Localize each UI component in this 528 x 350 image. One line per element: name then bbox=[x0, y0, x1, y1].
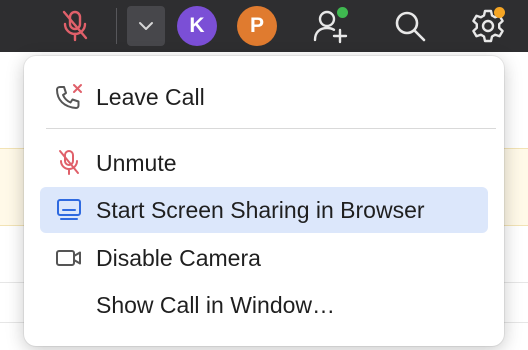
add-user-button[interactable] bbox=[306, 0, 354, 52]
menu-item-unmute[interactable]: Unmute bbox=[40, 140, 488, 186]
phone-hangup-icon bbox=[54, 84, 84, 110]
settings-badge bbox=[494, 7, 505, 18]
avatar[interactable]: K bbox=[177, 6, 217, 46]
add-user-badge bbox=[337, 7, 348, 18]
menu-item-show-call-in-window[interactable]: Show Call in Window… bbox=[40, 282, 488, 328]
mute-toggle-button[interactable] bbox=[52, 0, 98, 52]
menu-separator bbox=[46, 128, 496, 129]
menu-item-label: Leave Call bbox=[96, 84, 205, 110]
toolbar-divider bbox=[116, 8, 117, 44]
search-button[interactable] bbox=[386, 0, 434, 52]
camera-icon bbox=[54, 245, 84, 271]
menu-item-disable-camera[interactable]: Disable Camera bbox=[40, 235, 488, 281]
call-toolbar: K P bbox=[0, 0, 528, 52]
menu-item-label: Unmute bbox=[96, 150, 177, 176]
menu-item-label: Disable Camera bbox=[96, 245, 261, 271]
settings-button[interactable] bbox=[464, 0, 512, 52]
menu-item-leave-call[interactable]: Leave Call bbox=[40, 74, 488, 120]
chevron-down-icon bbox=[139, 22, 153, 30]
call-menu-button[interactable] bbox=[127, 6, 165, 46]
search-icon bbox=[395, 11, 426, 42]
mic-off-icon bbox=[54, 150, 84, 176]
menu-item-start-screen-sharing[interactable]: Start Screen Sharing in Browser bbox=[40, 187, 488, 233]
screen-share-icon bbox=[54, 197, 84, 223]
menu-item-label: Show Call in Window… bbox=[96, 292, 336, 318]
menu-item-label: Start Screen Sharing in Browser bbox=[96, 197, 425, 223]
mic-off-icon bbox=[62, 10, 88, 42]
call-options-menu: Leave Call Unmute Start Screen Sharing i… bbox=[24, 56, 504, 346]
avatar[interactable]: P bbox=[237, 6, 277, 46]
